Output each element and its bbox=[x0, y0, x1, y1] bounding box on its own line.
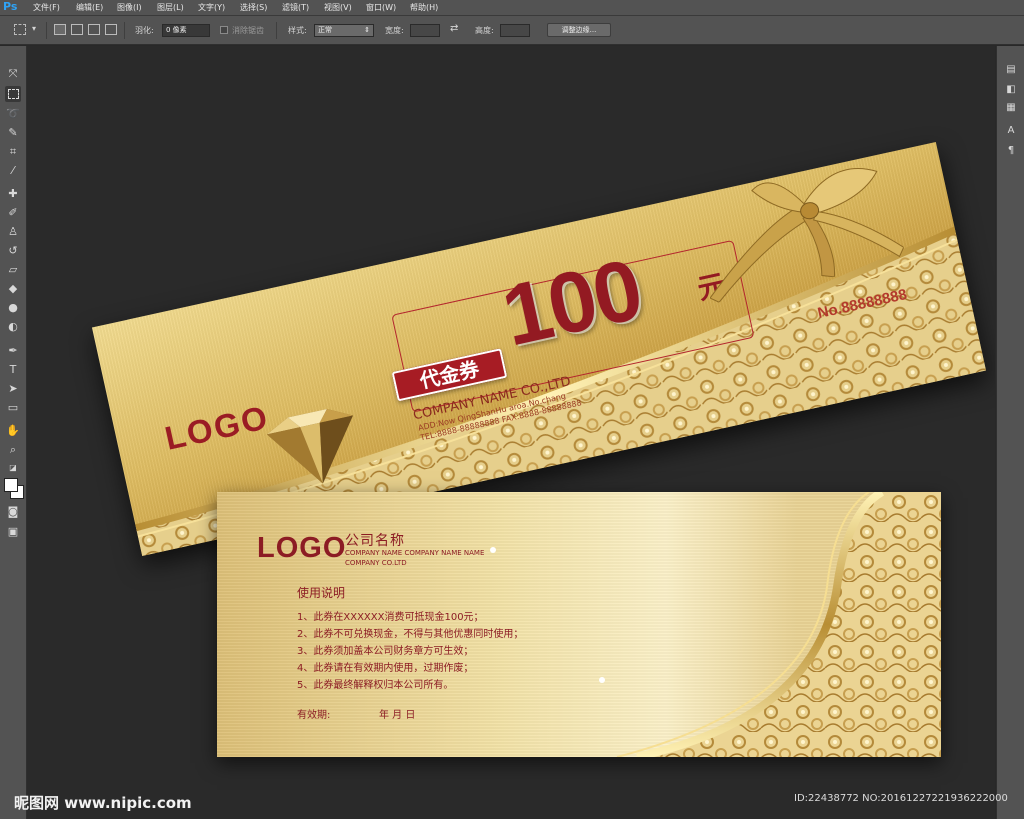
menu-edit[interactable]: 编辑(E) bbox=[76, 2, 103, 13]
zoom-tool-icon[interactable]: ⌕ bbox=[5, 442, 21, 458]
tool-panel: ⤧ ➰ ✎ ⌗ ⁄ ✚ ✐ ♙ ↺ ▱ ◆ ● ◐ ✒ T ➤ ▭ ✋ ⌕ ◪ … bbox=[0, 46, 27, 819]
usage-rules-title: 使用说明 bbox=[297, 586, 346, 600]
separator bbox=[276, 22, 277, 39]
image-id-watermark: ID:22438772 NO:20161227221936222000 bbox=[794, 793, 1008, 804]
validity-date: 年 月 日 bbox=[379, 710, 416, 721]
chevron-updown-icon: ⇕ bbox=[364, 26, 370, 34]
menu-window[interactable]: 窗口(W) bbox=[366, 2, 396, 13]
usage-rule: 4、此券请在有效期内使用，过期作废； bbox=[297, 663, 474, 674]
menu-help[interactable]: 帮助(H) bbox=[410, 2, 438, 13]
swap-icon[interactable]: ⇄ bbox=[450, 24, 458, 34]
clone-stamp-icon[interactable]: ♙ bbox=[5, 224, 21, 240]
feather-label: 羽化: bbox=[135, 26, 154, 35]
path-select-icon[interactable]: ➤ bbox=[5, 381, 21, 397]
back-logo: LOGO bbox=[257, 532, 347, 564]
menu-layer[interactable]: 图层(L) bbox=[157, 2, 184, 13]
healing-brush-icon[interactable]: ✚ bbox=[5, 186, 21, 202]
voucher-back: LOGO 公司名称 COMPANY NAME COMPANY NAME NAME… bbox=[217, 492, 941, 757]
screen-mode-icon[interactable]: ▣ bbox=[5, 524, 21, 540]
default-colors-icon[interactable]: ◪ bbox=[5, 460, 21, 476]
refine-edge-button[interactable]: 调整边缘... bbox=[547, 23, 611, 37]
eyedropper-tool-icon[interactable]: ⁄ bbox=[5, 163, 21, 179]
character-panel-icon[interactable]: A bbox=[1003, 123, 1019, 139]
menu-file[interactable]: 文件(F) bbox=[33, 2, 60, 13]
intersect-selection-icon[interactable] bbox=[105, 24, 117, 35]
lasso-tool-icon[interactable]: ➰ bbox=[5, 106, 21, 122]
usage-rule: 5、此券最终解释权归本公司所有。 bbox=[297, 680, 454, 691]
height-label: 高度: bbox=[475, 26, 494, 35]
feather-input[interactable]: 0 像素 bbox=[162, 24, 210, 37]
menu-type[interactable]: 文字(Y) bbox=[198, 2, 225, 13]
style-label: 样式: bbox=[288, 26, 307, 35]
menu-view[interactable]: 视图(V) bbox=[324, 2, 352, 13]
history-panel-icon[interactable]: ▤ bbox=[1003, 62, 1019, 78]
site-watermark: 昵图网 www.nipic.com bbox=[14, 794, 192, 812]
usage-rule: 2、此券不可兑换现金，不得与其他优惠同时使用； bbox=[297, 629, 524, 640]
usage-rule: 3、此券须加盖本公司财务章方可生效； bbox=[297, 646, 474, 657]
document-canvas[interactable]: LOGO 代金券 100 元 COMPANY NAME CO.,LTD ADD:… bbox=[27, 46, 995, 819]
history-brush-icon[interactable]: ↺ bbox=[5, 243, 21, 259]
pen-tool-icon[interactable]: ✒ bbox=[5, 343, 21, 359]
add-selection-icon[interactable] bbox=[71, 24, 83, 35]
antialias-label: 消除锯齿 bbox=[232, 26, 264, 35]
chevron-down-icon[interactable]: ▾ bbox=[32, 24, 36, 34]
width-label: 宽度: bbox=[385, 26, 404, 35]
panel-dock: ▤ ◧ ▦ A ¶ bbox=[996, 46, 1024, 819]
menu-select[interactable]: 选择(S) bbox=[240, 2, 267, 13]
separator bbox=[46, 22, 47, 39]
validity-label: 有效期: bbox=[297, 710, 331, 721]
company-name-en: COMPANY NAME COMPANY NAME NAME COMPANY C… bbox=[345, 549, 485, 567]
menu-bar: Ps 文件(F) 编辑(E) 图像(I) 图层(L) 文字(Y) 选择(S) 滤… bbox=[0, 0, 1024, 16]
quick-select-tool-icon[interactable]: ✎ bbox=[5, 125, 21, 141]
brush-tool-icon[interactable]: ✐ bbox=[5, 205, 21, 221]
move-tool-icon[interactable]: ⤧ bbox=[5, 66, 21, 82]
antialias-checkbox[interactable] bbox=[220, 26, 228, 34]
menu-image[interactable]: 图像(I) bbox=[117, 2, 142, 13]
paint-bucket-icon[interactable]: ◆ bbox=[5, 281, 21, 297]
subtract-selection-icon[interactable] bbox=[88, 24, 100, 35]
paragraph-panel-icon[interactable]: ¶ bbox=[1003, 143, 1019, 159]
marquee-preset-icon[interactable] bbox=[14, 24, 26, 35]
options-bar: ▾ 羽化: 0 像素 消除锯齿 样式: 正常 ⇕ 宽度: ⇄ 高度: 调整边缘.… bbox=[0, 16, 1024, 45]
height-input[interactable] bbox=[500, 24, 530, 37]
menu-filter[interactable]: 滤镜(T) bbox=[282, 2, 309, 13]
adjustments-panel-icon[interactable]: ▦ bbox=[1003, 100, 1019, 116]
company-name-cn: 公司名称 bbox=[345, 533, 405, 549]
quick-mask-icon[interactable]: ◙ bbox=[5, 504, 21, 520]
blur-tool-icon[interactable]: ● bbox=[5, 300, 21, 316]
properties-panel-icon[interactable]: ◧ bbox=[1003, 82, 1019, 98]
style-select-value: 正常 bbox=[318, 26, 332, 34]
eraser-tool-icon[interactable]: ▱ bbox=[5, 262, 21, 278]
marquee-tool-icon[interactable] bbox=[5, 86, 21, 102]
type-tool-icon[interactable]: T bbox=[5, 362, 21, 378]
photoshop-logo: Ps bbox=[3, 0, 18, 13]
foreground-color-swatch[interactable] bbox=[4, 478, 18, 492]
style-select[interactable]: 正常 ⇕ bbox=[314, 24, 374, 37]
shape-tool-icon[interactable]: ▭ bbox=[5, 400, 21, 416]
separator bbox=[124, 22, 125, 39]
new-selection-icon[interactable] bbox=[54, 24, 66, 35]
hand-tool-icon[interactable]: ✋ bbox=[5, 423, 21, 439]
dodge-tool-icon[interactable]: ◐ bbox=[5, 319, 21, 335]
usage-rule: 1、此券在XXXXXX消费可抵现金100元； bbox=[297, 612, 484, 623]
width-input[interactable] bbox=[410, 24, 440, 37]
crop-tool-icon[interactable]: ⌗ bbox=[5, 144, 21, 160]
